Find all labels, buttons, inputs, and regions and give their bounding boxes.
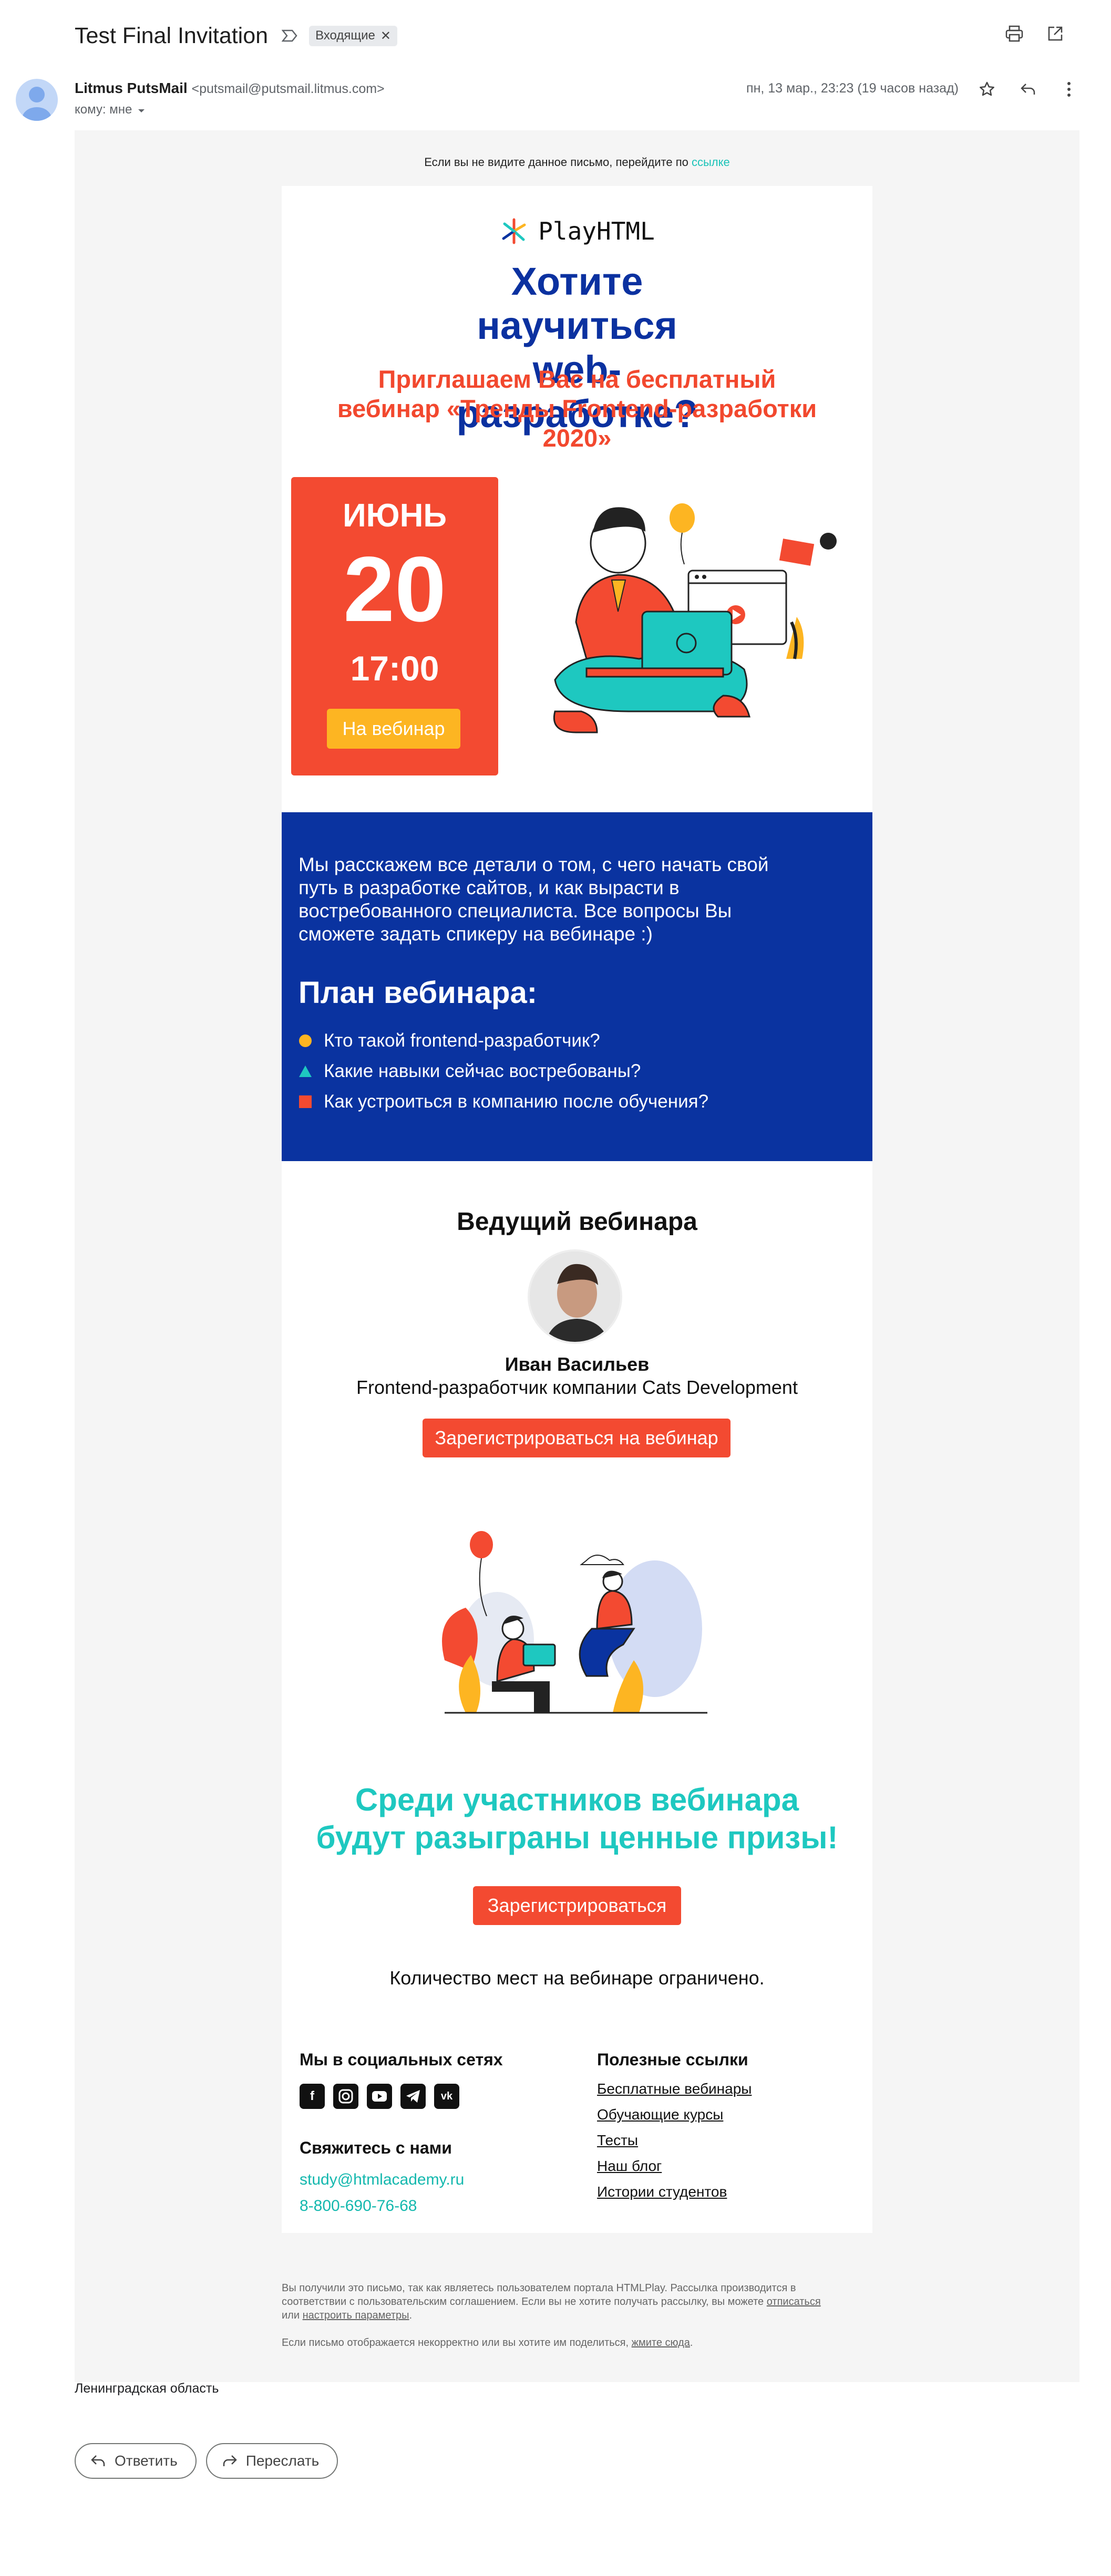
message-actions	[976, 79, 1079, 100]
reply-forward-bar: Ответить Переслать	[75, 2443, 338, 2479]
register-webinar-button[interactable]: Зарегистрироваться на вебинар	[423, 1419, 731, 1457]
useful-link-courses[interactable]: Обучающие курсы	[597, 2106, 752, 2132]
sender-line: Litmus PutsMail <putsmail@putsmail.litmu…	[75, 80, 385, 97]
legal-or: или	[282, 2310, 300, 2321]
social-icons: f vk	[300, 2084, 459, 2109]
useful-link-tests[interactable]: Тесты	[597, 2132, 752, 2158]
community-illustration	[442, 1531, 707, 1714]
intro-text: Мы расскажем все детали о том, с чего на…	[299, 854, 769, 945]
logo[interactable]: PlayHTML	[282, 216, 872, 246]
telegram-icon[interactable]	[400, 2084, 426, 2109]
email-body: Если вы не видите данное письмо, перейди…	[75, 130, 1079, 2382]
inbox-label: Входящие	[315, 28, 375, 43]
webinar-date-box: ИЮНЬ 20 17:00 На вебинар	[291, 477, 498, 775]
open-in-new-window-icon[interactable]	[1045, 23, 1066, 44]
remove-label-icon[interactable]: ✕	[380, 28, 391, 44]
developer-illustration	[553, 503, 837, 733]
register-button[interactable]: Зарегистрироваться	[473, 1886, 681, 1925]
plan-item: Какие навыки сейчас востребованы?	[299, 1056, 708, 1087]
sender-email: <putsmail@putsmail.litmus.com>	[191, 81, 385, 96]
limited-seats-note: Количество мест на вебинаре ограничено.	[389, 1967, 765, 1989]
date-day: 20	[343, 538, 446, 641]
hero-card: PlayHTML Хотите научиться web-разработке…	[282, 186, 872, 812]
date-month: ИЮНЬ	[343, 498, 447, 534]
forward-label: Переслать	[245, 2453, 320, 2469]
inbox-label-chip[interactable]: Входящие ✕	[309, 25, 397, 46]
plan-title: План вебинара:	[299, 976, 538, 1010]
preheader-link[interactable]: ссылке	[692, 156, 730, 169]
teal-triangle-bullet-icon	[299, 1065, 312, 1077]
plan-item-text: Как устроиться в компанию после обучения…	[324, 1091, 709, 1112]
print-icon[interactable]	[1004, 23, 1025, 44]
reply-icon	[91, 2455, 105, 2466]
preheader-text: Если вы не видите данное письмо, перейди…	[424, 156, 688, 169]
unsubscribe-link[interactable]: отписаться	[767, 2296, 821, 2308]
forward-button[interactable]: Переслать	[205, 2443, 338, 2479]
reply-icon[interactable]	[1017, 79, 1038, 100]
prize-title: Среди участников вебинара будут разыгран…	[316, 1782, 838, 1855]
useful-links-title: Полезные ссылки	[597, 2050, 748, 2069]
reply-button[interactable]: Ответить	[75, 2443, 197, 2479]
star-icon[interactable]	[976, 79, 997, 100]
useful-link-webinars[interactable]: Бесплатные вебинары	[597, 2081, 752, 2106]
instagram-icon[interactable]	[333, 2084, 358, 2109]
message-date: пн, 13 мар., 23:23 (19 часов назад)	[746, 81, 959, 96]
host-photo	[528, 1249, 622, 1344]
contact-title: Свяжитесь с нами	[300, 2138, 452, 2157]
useful-link-stories[interactable]: Истории студентов	[597, 2184, 752, 2209]
plan-item: Кто такой frontend-разработчик?	[299, 1026, 708, 1056]
plan-item-text: Какие навыки сейчас востребованы?	[324, 1061, 641, 1081]
thread-actions	[1004, 23, 1066, 44]
settings-link[interactable]: настроить параметры	[303, 2310, 409, 2321]
host-title: Ведущий вебинара	[457, 1208, 697, 1236]
sender-avatar[interactable]	[16, 79, 58, 121]
plan-list: Кто такой frontend-разработчик? Какие на…	[299, 1026, 708, 1117]
important-marker-icon[interactable]	[282, 27, 300, 45]
date-time: 17:00	[350, 649, 439, 688]
useful-link-blog[interactable]: Наш блог	[597, 2158, 752, 2184]
legal-view-notice: Если письмо отображается некорректно или…	[282, 2337, 693, 2349]
plan-item: Как устроиться в компанию после обучения…	[299, 1087, 708, 1117]
facebook-icon[interactable]: f	[300, 2084, 325, 2109]
legal-view-text: Если письмо отображается некорректно или…	[282, 2337, 629, 2349]
region-text: Ленинградская область	[75, 2381, 219, 2396]
logo-text: PlayHTML	[538, 217, 655, 245]
contact-phone-link[interactable]: 8-800-690-76-68	[300, 2197, 417, 2215]
youtube-icon[interactable]	[367, 2084, 392, 2109]
host-card: Ведущий вебинара Иван Васильев Frontend-…	[282, 1161, 872, 2233]
useful-links-list: Бесплатные вебинары Обучающие курсы Тест…	[597, 2081, 752, 2209]
subject-row: Test Final Invitation Входящие ✕	[75, 20, 397, 51]
yellow-circle-bullet-icon	[299, 1034, 312, 1047]
recipient-text: кому: мне	[75, 102, 132, 117]
social-title: Мы в социальных сетях	[300, 2050, 503, 2069]
contact-email-link[interactable]: study@htmlacademy.ru	[300, 2171, 464, 2189]
recipient-details-dropdown-icon[interactable]	[137, 102, 146, 117]
forward-icon	[223, 2455, 237, 2466]
view-online-link[interactable]: жмите сюда	[632, 2337, 690, 2349]
webinar-plan-block: Мы расскажем все детали о том, с чего на…	[282, 812, 872, 1161]
recipient-line[interactable]: кому: мне	[75, 102, 146, 117]
legal-text: Вы получили это письмо, так как являетес…	[282, 2282, 796, 2308]
host-name: Иван Васильев	[505, 1353, 650, 1375]
more-options-icon[interactable]	[1058, 79, 1079, 100]
red-square-bullet-icon	[299, 1095, 312, 1108]
vk-icon[interactable]: vk	[434, 2084, 459, 2109]
to-webinar-button[interactable]: На вебинар	[327, 709, 460, 749]
sender-name[interactable]: Litmus PutsMail	[75, 80, 188, 96]
email-subject: Test Final Invitation	[75, 23, 269, 48]
plan-item-text: Кто такой frontend-разработчик?	[324, 1030, 600, 1051]
legal-notice: Вы получили это письмо, так как являетес…	[282, 2282, 821, 2321]
host-role: Frontend-разработчик компании Cats Devel…	[356, 1377, 798, 1398]
playhtml-logo-icon	[502, 218, 526, 244]
subheadline: Приглашаем Вас на бесплатный вебинар «Тр…	[337, 365, 817, 452]
reply-label: Ответить	[115, 2453, 178, 2469]
preheader: Если вы не видите данное письмо, перейди…	[75, 156, 1079, 169]
